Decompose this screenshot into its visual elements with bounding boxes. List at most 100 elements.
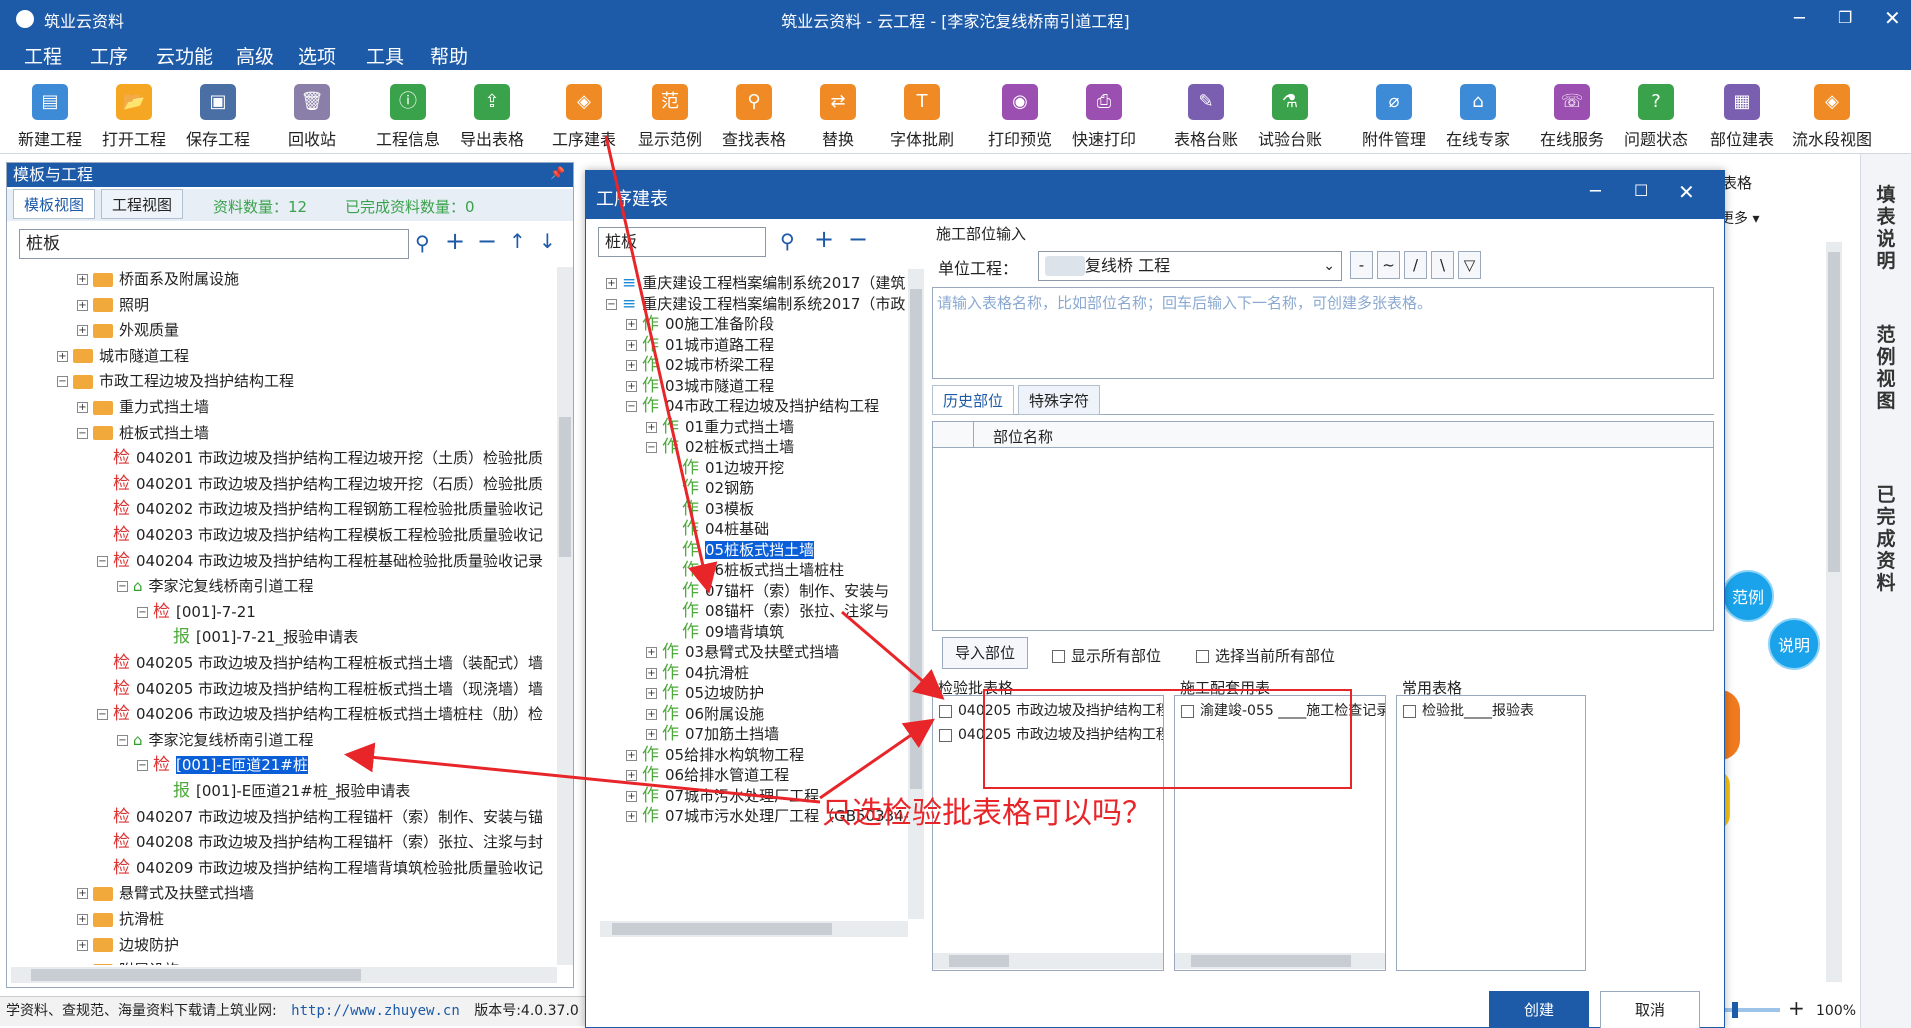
table-list-item[interactable]: 检验批____报验表 — [1403, 700, 1534, 720]
collapse-icon[interactable]: − — [137, 760, 148, 772]
select-all-current[interactable]: 选择当前所有部位 — [1196, 645, 1335, 666]
expand-icon[interactable]: + — [626, 339, 637, 351]
close-icon[interactable]: ✕ — [1884, 6, 1901, 30]
tree-node[interactable]: 检 040205 市政边坡及挡护结构工程桩板式挡土墙（现浇墙）墙 — [11, 677, 543, 702]
expand-icon[interactable]: + — [626, 749, 637, 761]
zoom-slider[interactable] — [1720, 1002, 1780, 1018]
expand-icon[interactable]: + — [57, 350, 68, 362]
collapse-icon[interactable]: − — [626, 401, 637, 412]
arrow-up-icon[interactable]: ↑ — [509, 229, 526, 253]
collapse-icon[interactable]: − — [117, 734, 128, 746]
collapse-icon[interactable]: − — [117, 581, 128, 593]
expand-icon[interactable]: + — [77, 325, 88, 337]
tab-project-view[interactable]: 工程视图 — [101, 189, 184, 219]
collapse-icon[interactable]: − — [97, 709, 108, 721]
dialog-minimize-icon[interactable]: ─ — [1590, 181, 1601, 202]
tree-node[interactable]: 检 040201 市政边坡及挡护结构工程边坡开挖（石质）检验批质 — [11, 472, 543, 497]
example-bubble-button[interactable]: 范例 — [1722, 570, 1774, 622]
toolbar-button[interactable]: 📂 打开工程 — [92, 84, 176, 150]
menu-item[interactable]: 工程 — [24, 42, 62, 69]
expand-icon[interactable]: + — [646, 421, 657, 433]
pin-icon[interactable]: 📌 — [550, 166, 565, 180]
tree-node[interactable]: + 重力式挡土墙 — [11, 395, 209, 420]
expand-icon[interactable]: + — [646, 647, 657, 658]
dialog-search-icon[interactable]: ⚲ — [780, 229, 795, 253]
symbol-button[interactable]: \ — [1431, 251, 1454, 279]
tree-node[interactable]: − 检 [001]-E匝道21#桩 — [11, 753, 308, 778]
tree-node[interactable]: + 照明 — [11, 293, 149, 318]
dialog-add-icon[interactable]: + — [814, 225, 834, 253]
toolbar-button[interactable]: ◈ 工序建表 — [542, 84, 626, 150]
cancel-button[interactable]: 取消 — [1600, 991, 1700, 1028]
chevron-down-icon[interactable]: ⌄ — [1323, 252, 1335, 280]
tree-node[interactable]: − 检 040206 市政边坡及挡护结构工程桩板式挡土墙桩柱（肋）检 — [11, 702, 543, 727]
tree-node[interactable]: + 桥面系及附属设施 — [11, 267, 239, 292]
tab-template-view[interactable]: 模板视图 — [13, 189, 96, 219]
menu-item[interactable]: 云功能 — [156, 42, 213, 69]
expand-icon[interactable]: + — [77, 939, 88, 951]
arrow-down-icon[interactable]: ↓ — [539, 229, 556, 253]
minimize-icon[interactable]: ─ — [1794, 8, 1805, 29]
symbol-button[interactable]: - — [1350, 251, 1373, 279]
tree-node[interactable]: 检 040202 市政边坡及挡护结构工程钢筋工程检验批质量验收记 — [11, 497, 543, 522]
expand-icon[interactable]: + — [77, 274, 88, 285]
checkbox[interactable] — [1403, 704, 1416, 718]
restore-icon[interactable]: ❐ — [1838, 8, 1852, 27]
show-all-locations[interactable]: 显示所有部位 — [1052, 645, 1161, 666]
expand-icon[interactable]: + — [626, 770, 637, 781]
tree-node[interactable]: + 边坡防护 — [11, 933, 179, 958]
collapse-icon[interactable]: − — [57, 376, 68, 388]
checkbox[interactable] — [939, 704, 952, 718]
tree-node[interactable]: 检 040203 市政边坡及挡护结构工程模板工程检验批质量验收记 — [11, 523, 543, 548]
right-vscrollbar[interactable] — [1826, 242, 1842, 982]
tree-node[interactable]: 检 040201 市政边坡及挡护结构工程边坡开挖（土质）检验批质 — [11, 446, 543, 471]
toolbar-button[interactable]: ⚗ 试验台账 — [1248, 84, 1332, 150]
tree-node[interactable]: 检 040209 市政边坡及挡护结构工程墙背填筑检验批质量验收记 — [11, 856, 543, 881]
expand-icon[interactable]: + — [646, 667, 657, 679]
tree-node[interactable]: 检 040208 市政边坡及挡护结构工程锚杆（索）张拉、注浆与封 — [11, 830, 543, 855]
expand-icon[interactable]: + — [626, 790, 637, 802]
tab-special-chars[interactable]: 特殊字符 — [1018, 385, 1101, 415]
collapse-icon[interactable]: − — [646, 442, 657, 453]
add-icon[interactable]: + — [445, 227, 465, 255]
toolbar-button[interactable]: ▣ 保存工程 — [176, 84, 260, 150]
tree-hscroll-thumb[interactable] — [31, 969, 361, 981]
side-tab-example-view[interactable]: 范例视图 — [1875, 324, 1897, 412]
tree-node[interactable]: − 检 [001]-7-21 — [11, 600, 256, 625]
tree-node[interactable]: + 外观质量 — [11, 318, 179, 343]
expand-icon[interactable]: + — [77, 299, 88, 311]
website-link[interactable]: http://www.zhuyew.cn — [291, 1003, 460, 1019]
expand-icon[interactable]: + — [77, 914, 88, 925]
toolbar-button[interactable]: 🗑 回收站 — [270, 84, 354, 150]
toolbar-button[interactable]: ? 问题状态 — [1614, 84, 1698, 150]
toolbar-button[interactable]: 范显示范例 — [628, 84, 712, 150]
checkbox[interactable] — [1052, 650, 1065, 663]
tree-node[interactable]: − ⌂ 李家沱复线桥南引道工程 — [11, 574, 314, 599]
collapse-icon[interactable]: − — [137, 606, 148, 618]
collapse-icon[interactable]: − — [606, 298, 617, 310]
dialog-search-input[interactable]: 桩板 — [598, 227, 766, 257]
expand-icon[interactable]: + — [646, 729, 657, 740]
symbol-button[interactable]: ▽ — [1458, 251, 1481, 279]
process-tree-hscrollbar[interactable] — [600, 921, 908, 937]
dialog-maximize-icon[interactable]: ☐ — [1634, 181, 1648, 200]
tree-node[interactable]: + 悬臂式及扶壁式挡墙 — [11, 881, 254, 906]
tree-node[interactable]: 检 040207 市政边坡及挡护结构工程锚杆（索）制作、安装与锚 — [11, 805, 543, 830]
toolbar-button[interactable]: T 字体批刷 — [880, 84, 964, 150]
more-dropdown[interactable]: 更多 ▾ — [1720, 208, 1759, 228]
tree-node[interactable]: 报 [001]-E匝道21#桩_报验申请表 — [11, 779, 410, 804]
side-tab-completed-docs[interactable]: 已完成资料 — [1875, 484, 1897, 594]
expand-icon[interactable]: + — [626, 319, 637, 330]
tree-node[interactable]: − 检 040204 市政边坡及挡护结构工程桩基础检验批质量验收记录 — [11, 549, 543, 574]
symbol-button[interactable]: / — [1404, 251, 1427, 279]
toolbar-button[interactable]: ⓘ 工程信息 — [366, 84, 450, 150]
process-tree-hscroll-thumb[interactable] — [612, 923, 832, 935]
tree-node[interactable]: − 市政工程边坡及挡护结构工程 — [11, 369, 294, 394]
expand-icon[interactable]: + — [77, 888, 88, 900]
collapse-icon[interactable]: − — [97, 555, 108, 567]
help-bubble-button[interactable]: 说明 — [1768, 618, 1820, 670]
toolbar-button[interactable]: ▤ 新建工程 — [8, 84, 92, 150]
toolbar-button[interactable]: ⌂ 在线专家 — [1436, 84, 1520, 150]
toolbar-button[interactable]: ⚲ 查找表格 — [712, 84, 796, 150]
process-tree-vscroll-thumb[interactable] — [910, 289, 922, 789]
